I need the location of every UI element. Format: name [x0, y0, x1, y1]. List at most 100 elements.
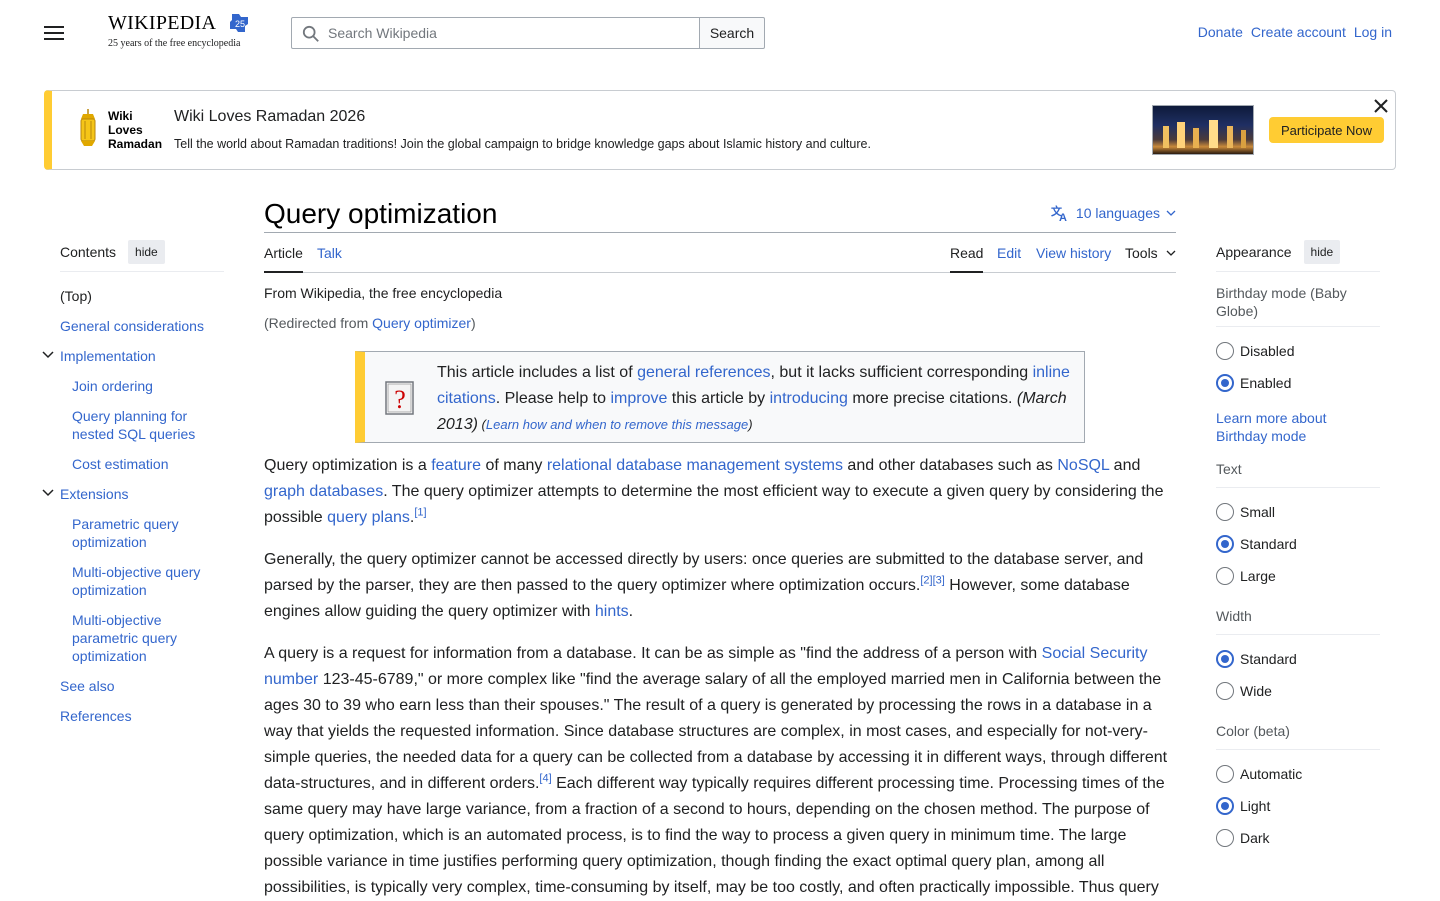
- radio-button-selected[interactable]: [1216, 650, 1234, 668]
- banner-logo-text: Wiki Loves Ramadan: [108, 109, 163, 151]
- width-label: Width: [1216, 608, 1252, 624]
- toc-item-parametric[interactable]: Parametric query optimization: [72, 515, 202, 551]
- radio-button-selected[interactable]: [1216, 374, 1234, 392]
- width-wide-option[interactable]: Wide: [1216, 675, 1380, 707]
- user-links: Donate Create account Log in: [1198, 24, 1392, 40]
- title-row: Query optimization 文 A 10 languages: [264, 196, 1176, 233]
- tools-menu[interactable]: Tools: [1125, 245, 1176, 273]
- chevron-down-icon[interactable]: [40, 485, 56, 501]
- radio-button-selected[interactable]: [1216, 535, 1234, 553]
- question-book-icon: ?: [385, 381, 414, 415]
- svg-text:?: ?: [394, 385, 406, 414]
- learn-remove-message-link[interactable]: Learn how and when to remove this messag…: [486, 417, 748, 432]
- ref-4[interactable]: [4]: [539, 773, 551, 785]
- radio-button[interactable]: [1216, 342, 1234, 360]
- ref-3[interactable]: [3]: [933, 575, 945, 587]
- query-plans-link[interactable]: query plans: [327, 509, 410, 526]
- toc-item-references[interactable]: References: [60, 707, 132, 725]
- tab-edit[interactable]: Edit: [997, 245, 1021, 273]
- menu-icon: [44, 38, 64, 40]
- chevron-down-icon[interactable]: [40, 347, 56, 363]
- login-link[interactable]: Log in: [1354, 24, 1392, 40]
- translate-icon: 文 A: [1051, 204, 1067, 222]
- redirect-link[interactable]: Query optimizer: [372, 315, 471, 331]
- participate-now-button[interactable]: Participate Now: [1269, 117, 1385, 143]
- birthday-enabled-option[interactable]: Enabled: [1216, 367, 1380, 399]
- radio-button[interactable]: [1216, 503, 1234, 521]
- rdbms-link[interactable]: relational database management systems: [547, 457, 843, 474]
- toc-header: Contents hide: [60, 238, 224, 272]
- ref-2[interactable]: [2]: [920, 575, 932, 587]
- nosql-link[interactable]: NoSQL: [1057, 457, 1109, 474]
- toc-item-cost-estimation[interactable]: Cost estimation: [72, 455, 168, 473]
- donate-link[interactable]: Donate: [1198, 24, 1243, 40]
- toc-item-extensions[interactable]: Extensions: [42, 485, 128, 503]
- ref-1[interactable]: [1]: [414, 507, 426, 519]
- learn-more-birthday-link[interactable]: Learn more about Birthday mode: [1216, 409, 1380, 445]
- tab-talk[interactable]: Talk: [317, 245, 342, 273]
- graph-databases-link[interactable]: graph databases: [264, 483, 383, 500]
- toc-item-nested-sql[interactable]: Query planning for nested SQL queries: [72, 407, 212, 443]
- appearance-panel: Appearance hide Birthday mode (Baby Glob…: [1216, 238, 1380, 854]
- site-header: Wikipedia 25 25 years of the free encycl…: [0, 0, 1440, 66]
- width-standard-option[interactable]: Standard: [1216, 643, 1380, 675]
- close-icon[interactable]: [1370, 95, 1392, 117]
- menu-icon: [44, 32, 64, 34]
- search-box[interactable]: [291, 17, 700, 49]
- toc-item-multi-objective-parametric[interactable]: Multi-objective parametric query optimiz…: [72, 611, 192, 665]
- toc-item-implementation[interactable]: Implementation: [42, 347, 156, 365]
- toc-item-top[interactable]: (Top): [60, 287, 92, 305]
- language-button[interactable]: 文 A 10 languages: [1050, 204, 1176, 222]
- improve-link[interactable]: improve: [610, 390, 667, 407]
- radio-button-selected[interactable]: [1216, 797, 1234, 815]
- search-button[interactable]: Search: [699, 17, 765, 49]
- svg-text:25: 25: [235, 19, 245, 29]
- appearance-hide-button[interactable]: hide: [1303, 239, 1341, 264]
- page-title: Query optimization: [264, 198, 498, 229]
- tab-read[interactable]: Read: [950, 245, 984, 273]
- color-light-option[interactable]: Light: [1216, 790, 1380, 822]
- search-icon: [302, 25, 319, 42]
- toc-item-multi-objective[interactable]: Multi-objective query optimization: [72, 563, 212, 599]
- birthday-disabled-option[interactable]: Disabled: [1216, 335, 1380, 367]
- color-dark-option[interactable]: Dark: [1216, 822, 1380, 854]
- toc-item-see-also[interactable]: See also: [60, 677, 114, 695]
- introducing-link[interactable]: introducing: [770, 390, 848, 407]
- wikipedia-logo[interactable]: Wikipedia 25 25 years of the free encycl…: [108, 10, 253, 54]
- tab-view-history[interactable]: View history: [1036, 245, 1111, 273]
- feature-link[interactable]: feature: [431, 457, 481, 474]
- page-tabs: Article Talk Read Edit View history Tool…: [264, 233, 1176, 273]
- menu-icon: [44, 26, 64, 28]
- toc-item-join-ordering[interactable]: Join ordering: [72, 377, 153, 395]
- text-standard-option[interactable]: Standard: [1216, 528, 1380, 560]
- language-count: 10 languages: [1075, 205, 1160, 221]
- toc-hide-button[interactable]: hide: [128, 239, 165, 264]
- color-automatic-option[interactable]: Automatic: [1216, 758, 1380, 790]
- text-small-option[interactable]: Small: [1216, 496, 1380, 528]
- text-size-label: Text: [1216, 461, 1242, 477]
- tab-article[interactable]: Article: [264, 245, 303, 273]
- svg-text:A: A: [1059, 212, 1067, 222]
- radio-button[interactable]: [1216, 682, 1234, 700]
- appearance-title: Appearance: [1216, 243, 1292, 260]
- toc-title: Contents: [60, 243, 117, 260]
- search-input[interactable]: [326, 18, 696, 48]
- mosque-lights-image: [1163, 120, 1246, 148]
- radio-button[interactable]: [1216, 765, 1234, 783]
- wiki-loves-ramadan-logo: Wiki Loves Ramadan: [70, 107, 170, 153]
- citation-notice: ? This article includes a list of genera…: [355, 351, 1085, 443]
- radio-button[interactable]: [1216, 567, 1234, 585]
- birthday-mode-label: Birthday mode (Baby Globe): [1216, 285, 1347, 319]
- toc-item-general-considerations[interactable]: General considerations: [60, 317, 204, 335]
- appearance-header: Appearance hide: [1216, 238, 1380, 272]
- site-tagline: From Wikipedia, the free encyclopedia: [264, 285, 503, 301]
- banner-subtitle: Tell the world about Ramadan traditions!…: [174, 137, 871, 151]
- text-large-option[interactable]: Large: [1216, 560, 1380, 592]
- lantern-icon: [80, 109, 96, 146]
- hints-link[interactable]: hints: [595, 603, 629, 620]
- anniversary-badge-icon: 25: [230, 14, 248, 32]
- general-references-link[interactable]: general references: [637, 364, 770, 381]
- create-account-link[interactable]: Create account: [1251, 24, 1346, 40]
- radio-button[interactable]: [1216, 829, 1234, 847]
- main-menu-button[interactable]: [40, 20, 68, 46]
